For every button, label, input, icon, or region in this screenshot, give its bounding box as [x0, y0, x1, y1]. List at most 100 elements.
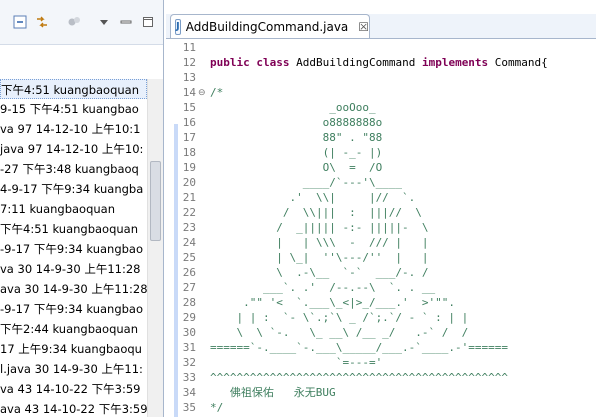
line-number: 35: [182, 401, 196, 414]
left-panel: 下午4:51 kuangbaoquan 9-15 下午4:51 kuangbao v…: [0, 0, 164, 417]
view-menu-icon[interactable]: [96, 14, 112, 30]
collapse-icon[interactable]: [12, 14, 28, 30]
line-number: 20: [182, 176, 196, 189]
history-row[interactable]: -27 下午3:48 kuangbaoq: [0, 159, 147, 179]
comment-text: 佛祖保佑 永无BUG: [210, 386, 336, 399]
history-row[interactable]: 下午4:51 kuangbaoquan: [0, 219, 147, 239]
line-number: 27: [182, 281, 196, 294]
code-line: 17 88" . "88: [166, 130, 596, 146]
line-number: 25: [182, 251, 196, 264]
code-line: 13: [166, 70, 596, 86]
code-line: 30 \ \ `-. \_ __\ /__ _/ .-` / /: [166, 325, 596, 341]
history-row[interactable]: ava 30 14-9-30 上午11:28: [0, 279, 147, 299]
editor-tabbar: J AddBuildingCommand.java ☒: [166, 14, 596, 39]
line-number: 26: [182, 266, 196, 279]
code-line: 24 | | \\\ - /// | |: [166, 235, 596, 251]
line-number: 11: [182, 41, 196, 54]
code-area[interactable]: 11 12 public class AddBuildingCommand impl…: [166, 38, 596, 417]
history-row[interactable]: 17 上午9:34 kuangbaoqu: [0, 339, 147, 359]
comment-text: o8888888o: [210, 116, 383, 129]
java-file-icon: J: [175, 18, 181, 35]
comment-text: ____/`---'\____: [210, 176, 403, 189]
code-line: 14 ⊖ /*: [166, 85, 596, 101]
filter-icon[interactable]: [66, 14, 82, 30]
code-line: 19 O\ = /O: [166, 160, 596, 176]
comment-text: | | : `- \`.;`\ _ /`;.`/ - ` : | |: [210, 311, 469, 324]
line-number: 12: [182, 56, 196, 69]
history-row[interactable]: l.java 30 14-9-30 上午11:: [0, 359, 147, 379]
comment-text: / _||||| -:- |||||- \: [210, 221, 429, 234]
code-line: 27 ___`. .' /--.--\ `. . __: [166, 280, 596, 296]
comment-text: _ooOoo_: [210, 101, 376, 114]
history-row[interactable]: -9-17 下午9:34 kuangbao: [0, 299, 147, 319]
comment-text: \ \ `-. \_ __\ /__ _/ .-` / /: [210, 326, 469, 339]
history-row[interactable]: va 30 14-9-30 上午11:28: [0, 259, 147, 279]
minimize-icon[interactable]: [118, 14, 134, 30]
code-editor: J AddBuildingCommand.java ☒ 11 12 public c…: [166, 0, 596, 417]
comment-text: | | \\\ - /// | |: [210, 236, 429, 249]
line-number: 33: [182, 371, 196, 384]
history-row[interactable]: 下午2:44 kuangbaoquan: [0, 319, 147, 339]
history-row[interactable]: va 43 14-10-22 下午3:59: [0, 379, 147, 399]
code-line: 32 `=---=': [166, 355, 596, 371]
left-toolbar: [0, 0, 163, 45]
line-number: 24: [182, 236, 196, 249]
link-icon[interactable]: [34, 14, 50, 30]
comment-text: `=---=': [210, 356, 383, 369]
comment-text: \ .-\__ `-` ___/-. /: [210, 266, 429, 279]
line-number: 21: [182, 191, 196, 204]
line-number: 23: [182, 221, 196, 234]
history-list: 下午4:51 kuangbaoquan 9-15 下午4:51 kuangbao v…: [0, 79, 147, 417]
history-row[interactable]: ava 43 14-10-22 下午3:59: [0, 399, 147, 417]
history-row[interactable]: 9-15 下午4:51 kuangbao: [0, 99, 147, 119]
tab-title: AddBuildingCommand.java: [185, 19, 349, 34]
line-number: 15: [182, 101, 196, 114]
code-line: 15 _ooOoo_: [166, 100, 596, 116]
class-declaration: public class AddBuildingCommand implemen…: [210, 55, 548, 71]
comment-text: ^^^^^^^^^^^^^^^^^^^^^^^^^^^^^^^^^^^^^^^^…: [210, 371, 509, 384]
code-token: class: [256, 56, 290, 69]
tab-addbuildingcommand[interactable]: J AddBuildingCommand.java ☒: [170, 14, 370, 38]
line-number: 14: [182, 86, 196, 99]
code-line: 20 ____/`---'\____: [166, 175, 596, 191]
history-row[interactable]: 下午4:51 kuangbaoquan: [0, 79, 147, 99]
comment-text: / \\||| : |||// \: [210, 206, 422, 219]
code-line: 22 / \\||| : |||// \: [166, 205, 596, 221]
code-line: 12 public class AddBuildingCommand implem…: [166, 55, 596, 71]
code-line: 25 | \_| ''\---/'' | |: [166, 250, 596, 266]
line-number: 28: [182, 296, 196, 309]
history-scrollbar[interactable]: [147, 79, 163, 417]
code-token: implements: [421, 56, 489, 69]
comment-text: */: [210, 401, 224, 414]
comment-text: ======`-.____`-.___\_____/___.-`____.-'=…: [210, 341, 509, 354]
close-icon[interactable]: ☒: [358, 20, 369, 34]
code-line: 21 .' \\| |// `.: [166, 190, 596, 206]
line-number: 18: [182, 146, 196, 159]
scrollbar-thumb[interactable]: [150, 161, 161, 241]
comment-text: O\ = /O: [210, 161, 383, 174]
line-number: 13: [182, 71, 196, 84]
history-row[interactable]: java 97 14-12-10 上午10:: [0, 139, 147, 159]
code-line: 35 */: [166, 400, 596, 416]
comment-text: /*: [210, 86, 224, 99]
code-line: 26 \ .-\__ `-` ___/-. /: [166, 265, 596, 281]
code-line: 31 ======`-.____`-.___\_____/___.-`____.-…: [166, 340, 596, 356]
history-row[interactable]: -9-17 下午9:34 kuangbao: [0, 239, 147, 259]
line-number: 31: [182, 341, 196, 354]
line-number: 16: [182, 116, 196, 129]
line-number: 34: [182, 386, 196, 399]
fold-toggle-icon[interactable]: ⊖: [198, 85, 206, 101]
code-line: 18 (| -_- |): [166, 145, 596, 161]
maximize-icon[interactable]: [140, 14, 156, 30]
line-number: 30: [182, 326, 196, 339]
code-line: 34 佛祖保佑 永无BUG: [166, 385, 596, 401]
line-number: 17: [182, 131, 196, 144]
history-row[interactable]: 4-9-17 下午9:34 kuangba: [0, 179, 147, 199]
code-line: 29 | | : `- \`.;`\ _ /`;.`/ - ` : | |: [166, 310, 596, 326]
code-token: public: [210, 56, 250, 69]
line-number: 22: [182, 206, 196, 219]
history-row[interactable]: va 97 14-12-10 上午10:1: [0, 119, 147, 139]
comment-text: ___`. .' /--.--\ `. . __: [210, 281, 436, 294]
history-row[interactable]: 7:11 kuangbaoquan: [0, 199, 147, 219]
line-number: 19: [182, 161, 196, 174]
